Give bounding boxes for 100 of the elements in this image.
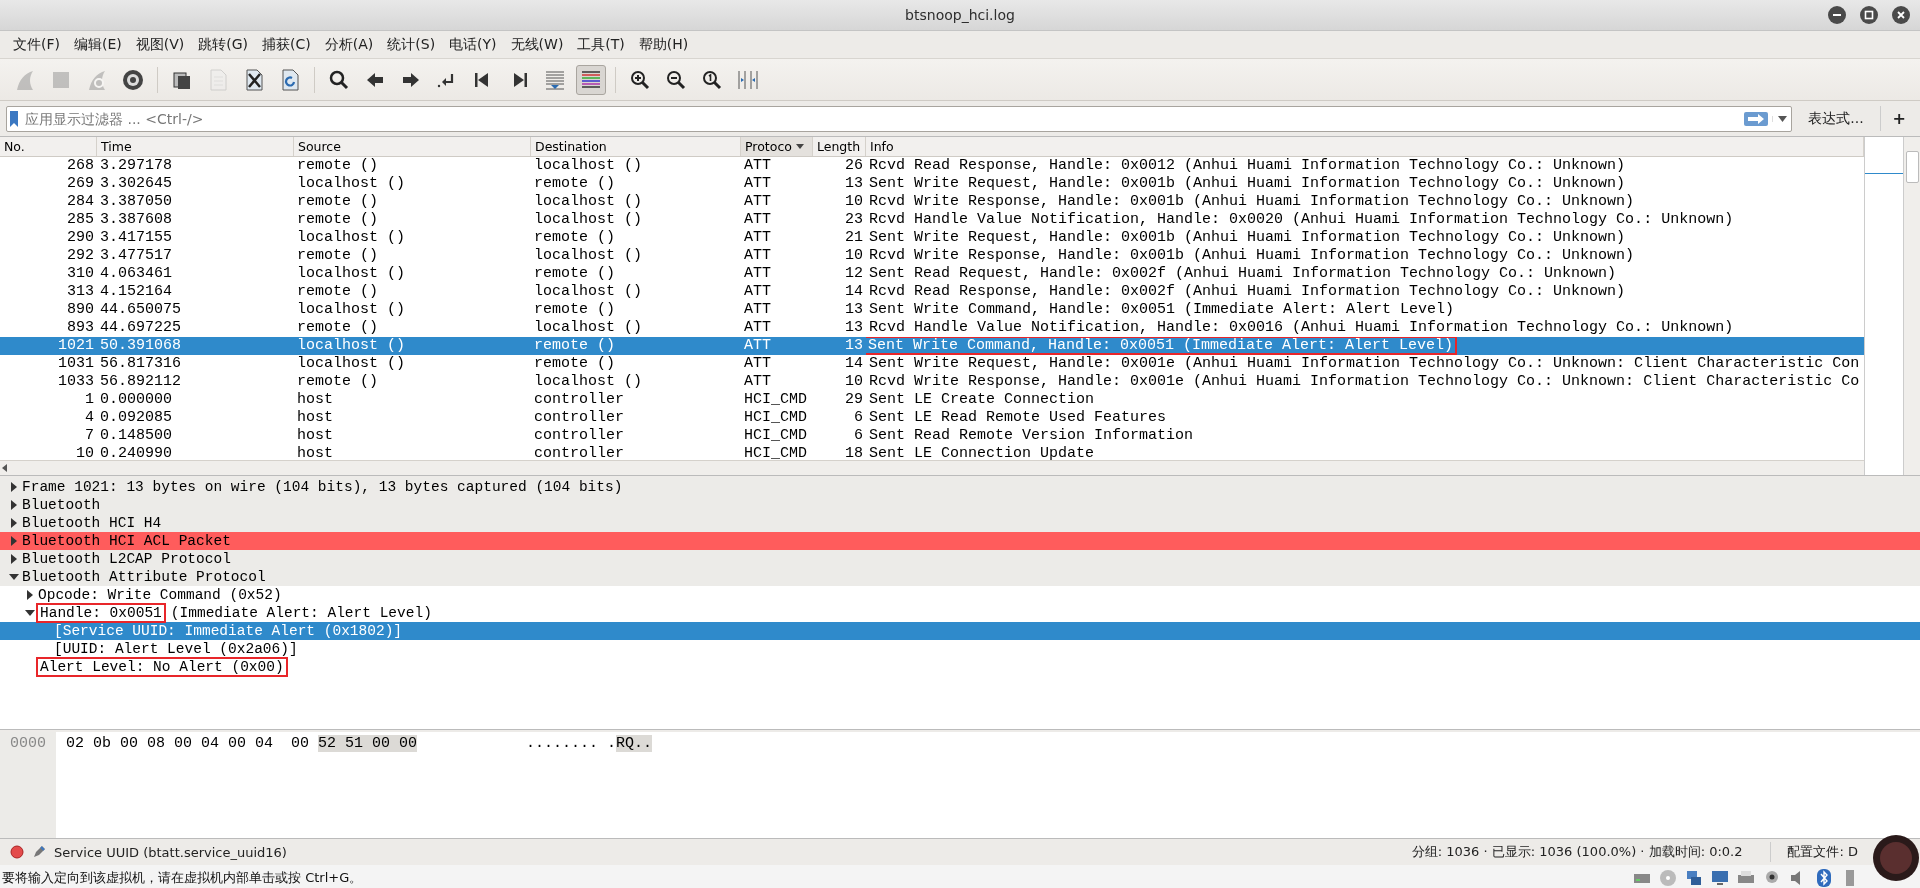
dropdown-caret-icon[interactable] bbox=[1777, 115, 1787, 122]
expanded-arrow-icon[interactable] bbox=[9, 572, 19, 582]
tree-row[interactable]: Opcode: Write Command (0x52) bbox=[0, 586, 1920, 604]
table-cell-text: 0.092085 bbox=[99, 409, 173, 427]
packet-row[interactable]: 1 0.000000 host controller HCI_CMD 29 Sent LE Create Connection bbox=[0, 391, 1864, 409]
packet-row[interactable]: 292 3.477517 remote () localhost () ATT 10 Rcvd Write Response, Handle: 0x001b (Anhui Huami Information Technology Co.: Unknown) bbox=[0, 247, 1864, 265]
column-header[interactable]: No. bbox=[0, 137, 97, 156]
bluetooth-icon[interactable] bbox=[1814, 868, 1834, 888]
tree-row[interactable]: Bluetooth bbox=[0, 496, 1920, 514]
tree-row[interactable]: [UUID: Alert Level (0x2a06)] bbox=[0, 640, 1920, 658]
menu-item[interactable]: 电话(Y) bbox=[442, 32, 504, 57]
table-cell-text: 269 bbox=[66, 175, 95, 193]
packet-row[interactable]: 1031 56.817316 localhost () remote () ATT 14 Sent Write Request, Handle: 0x001e (Anhui Huami Information Technology Co.: Unknown: Client Characteristic Con bbox=[0, 355, 1864, 373]
tree-label: Bluetooth bbox=[22, 497, 101, 513]
packet-row[interactable]: 893 44.697225 remote () localhost () ATT 13 Rcvd Handle Value Notification, Handle: 0x0016 (Anhui Huami Information Technology Co.: Unknown) bbox=[0, 319, 1864, 337]
table-cell-text: localhost () bbox=[296, 229, 407, 247]
table-cell-text: ATT bbox=[743, 337, 772, 355]
profile-text[interactable]: 配置文件: D bbox=[1787, 843, 1858, 861]
table-cell-text: localhost () bbox=[296, 301, 407, 319]
table-cell-text: 29 bbox=[844, 391, 864, 409]
table-cell-text: 18 bbox=[844, 445, 864, 460]
tree-row[interactable]: Bluetooth HCI H4 bbox=[0, 514, 1920, 532]
tree-label: Frame 1021: 13 bytes on wire (104 bits), 13 bytes captured (104 bits) bbox=[22, 479, 623, 495]
scroll-left-icon[interactable] bbox=[0, 463, 10, 473]
table-cell: Sent Read Request, Handle: 0x002f (Anhui Huami Information Technology Co.: Unknown) bbox=[869, 265, 1617, 282]
table-cell-text: controller bbox=[533, 391, 625, 409]
column-header[interactable]: Length bbox=[813, 137, 866, 156]
expanded-arrow-icon[interactable] bbox=[25, 608, 35, 618]
packet-row[interactable]: 1033 56.892112 remote () localhost () ATT 10 Rcvd Write Response, Handle: 0x001e (Anhui Huami Information Technology Co.: Unknown: Client Characteristic Co bbox=[0, 373, 1864, 391]
table-cell-text: 284 bbox=[66, 193, 95, 211]
display-icon[interactable] bbox=[1710, 868, 1730, 888]
network-icon[interactable] bbox=[1684, 868, 1704, 888]
packet-row[interactable]: 313 4.152164 remote () localhost () ATT 14 Rcvd Read Response, Handle: 0x002f (Anhui Huami Information Technology Co.: Unknown) bbox=[0, 283, 1864, 301]
maximize-icon[interactable] bbox=[1860, 6, 1878, 24]
display-filter-field[interactable]: 应用显示过滤器 ... <Ctrl-/> bbox=[6, 105, 1793, 132]
packet-row[interactable]: 10 0.240990 host controller HCI_CMD 18 Sent LE Connection Update bbox=[0, 445, 1864, 460]
tree-label: Bluetooth L2CAP Protocol bbox=[22, 551, 231, 567]
table-cell-text: 4 bbox=[84, 409, 95, 427]
tree-label: Bluetooth Attribute Protocol bbox=[22, 569, 266, 585]
table-cell-text: 10 bbox=[75, 445, 95, 460]
column-header[interactable]: Source bbox=[294, 137, 531, 156]
menu-item[interactable]: 无线(W) bbox=[503, 32, 571, 57]
filter-input[interactable]: 应用显示过滤器 ... <Ctrl-/> bbox=[21, 110, 1745, 127]
table-cell-text: ATT bbox=[743, 211, 772, 229]
packet-row[interactable]: 268 3.297178 remote () localhost () ATT 26 Rcvd Read Response, Handle: 0x0012 (Anhui Huami Information Technology Co.: Unknown) bbox=[0, 157, 1864, 175]
menu-item[interactable]: 跳转(G) bbox=[191, 32, 256, 57]
tree-row[interactable]: Handle: 0x0051 (Immediate Alert: Alert Level) bbox=[0, 604, 1920, 622]
ascii-bytes: ........ . bbox=[526, 735, 616, 752]
column-header[interactable]: Protoco bbox=[741, 137, 813, 156]
packet-row[interactable]: 890 44.650075 localhost () remote () ATT 13 Sent Write Command, Handle: 0x0051 (Immediate Alert: Alert Level) bbox=[0, 301, 1864, 319]
menu-item[interactable]: 捕获(C) bbox=[255, 32, 318, 57]
table-cell-text: 56.817316 bbox=[99, 355, 182, 373]
column-header[interactable]: Time bbox=[97, 137, 294, 156]
table-cell-text: HCI_CMD bbox=[743, 427, 808, 445]
table-cell: Sent LE Create Connection bbox=[869, 391, 1095, 408]
tree-row[interactable]: Bluetooth Attribute Protocol bbox=[0, 568, 1920, 586]
tree-row[interactable]: Bluetooth L2CAP Protocol bbox=[0, 550, 1920, 568]
tree-row[interactable]: [Service UUID: Immediate Alert (0x1802)] bbox=[0, 622, 1920, 640]
close-icon[interactable] bbox=[1892, 6, 1910, 24]
packet-row[interactable]: 284 3.387050 remote () localhost () ATT 10 Rcvd Write Response, Handle: 0x001b (Anhui Huami Information Technology Co.: Unknown) bbox=[0, 193, 1864, 211]
pencil-icon[interactable] bbox=[32, 845, 46, 859]
collapsed-arrow-icon[interactable] bbox=[25, 590, 35, 600]
window-title: btsnoop_hci.log bbox=[905, 7, 1015, 23]
tree-row[interactable]: Frame 1021: 13 bytes on wire (104 bits), 13 bytes captured (104 bits) bbox=[0, 478, 1920, 496]
table-cell: Rcvd Write Response, Handle: 0x001b (Anhui Huami Information Technology Co.: Unknown) bbox=[869, 193, 1635, 210]
minimize-icon[interactable] bbox=[1828, 6, 1846, 24]
table-cell-text: controller bbox=[533, 445, 625, 460]
menu-item[interactable]: 统计(S) bbox=[380, 32, 443, 57]
table-cell: Sent Write Command, Handle: 0x0051 (Immediate Alert: Alert Level) bbox=[866, 337, 1457, 354]
tree-row[interactable]: Bluetooth HCI ACL Packet bbox=[0, 532, 1920, 550]
packet-row[interactable]: 310 4.063461 localhost () remote () ATT 12 Sent Read Request, Handle: 0x002f (Anhui Huami Information Technology Co.: Unknown) bbox=[0, 265, 1864, 283]
menu-item[interactable]: 编辑(E) bbox=[67, 32, 129, 57]
menu-item[interactable]: 工具(T) bbox=[570, 32, 632, 57]
packet-row[interactable]: 285 3.387608 remote () localhost () ATT 23 Rcvd Handle Value Notification, Handle: 0x0020 (Anhui Huami Information Technology Co.: Unknown) bbox=[0, 211, 1864, 229]
expression-button[interactable]: 表达式... bbox=[1800, 106, 1872, 131]
table-cell-text: 13 bbox=[844, 337, 864, 355]
table-cell-text: 1021 bbox=[57, 337, 95, 355]
status-dot-icon[interactable] bbox=[10, 845, 24, 859]
menu-item[interactable]: 分析(A) bbox=[317, 32, 381, 57]
menu-item[interactable]: 视图(V) bbox=[128, 32, 192, 57]
packet-row[interactable]: 1021 50.391068 localhost () remote () ATT 13 Sent Write Command, Handle: 0x0051 (Immediate Alert: Alert Level) bbox=[0, 337, 1864, 355]
table-cell-text: remote () bbox=[533, 265, 616, 283]
packet-row[interactable]: 7 0.148500 host controller HCI_CMD 6 Sent Read Remote Version Information bbox=[0, 427, 1864, 445]
tree-row[interactable]: Alert Level: No Alert (0x00) bbox=[0, 658, 1920, 676]
table-cell-text: 4.152164 bbox=[99, 283, 173, 301]
add-filter-button[interactable]: + bbox=[1879, 106, 1914, 131]
table-cell-text: HCI_CMD bbox=[743, 391, 808, 409]
packet-row[interactable]: 4 0.092085 host controller HCI_CMD 6 Sent LE Read Remote Used Features bbox=[0, 409, 1864, 427]
packet-row[interactable]: 269 3.302645 localhost () remote () ATT 13 Sent Write Request, Handle: 0x001b (Anhui Huami Information Technology Co.: Unknown) bbox=[0, 175, 1864, 193]
menu-item[interactable]: 帮助(H) bbox=[631, 32, 696, 57]
table-cell-text: ATT bbox=[743, 355, 772, 373]
bookmark-icon[interactable] bbox=[7, 109, 21, 128]
menu-item[interactable]: 文件(F) bbox=[6, 32, 67, 57]
table-cell: Sent Write Request, Handle: 0x001b (Anhui Huami Information Technology Co.: Unknown) bbox=[869, 175, 1626, 192]
table-cell-text: 290 bbox=[66, 229, 95, 247]
scrollbar-thumb[interactable] bbox=[1905, 151, 1919, 183]
table-cell-text: localhost () bbox=[296, 355, 407, 373]
table-cell-text: ATT bbox=[743, 301, 772, 319]
packet-row[interactable]: 290 3.417155 localhost () remote () ATT 21 Sent Write Request, Handle: 0x001b (Anhui Huami Information Technology Co.: Unknown) bbox=[0, 229, 1864, 247]
table-cell-text: 292 bbox=[66, 247, 95, 265]
